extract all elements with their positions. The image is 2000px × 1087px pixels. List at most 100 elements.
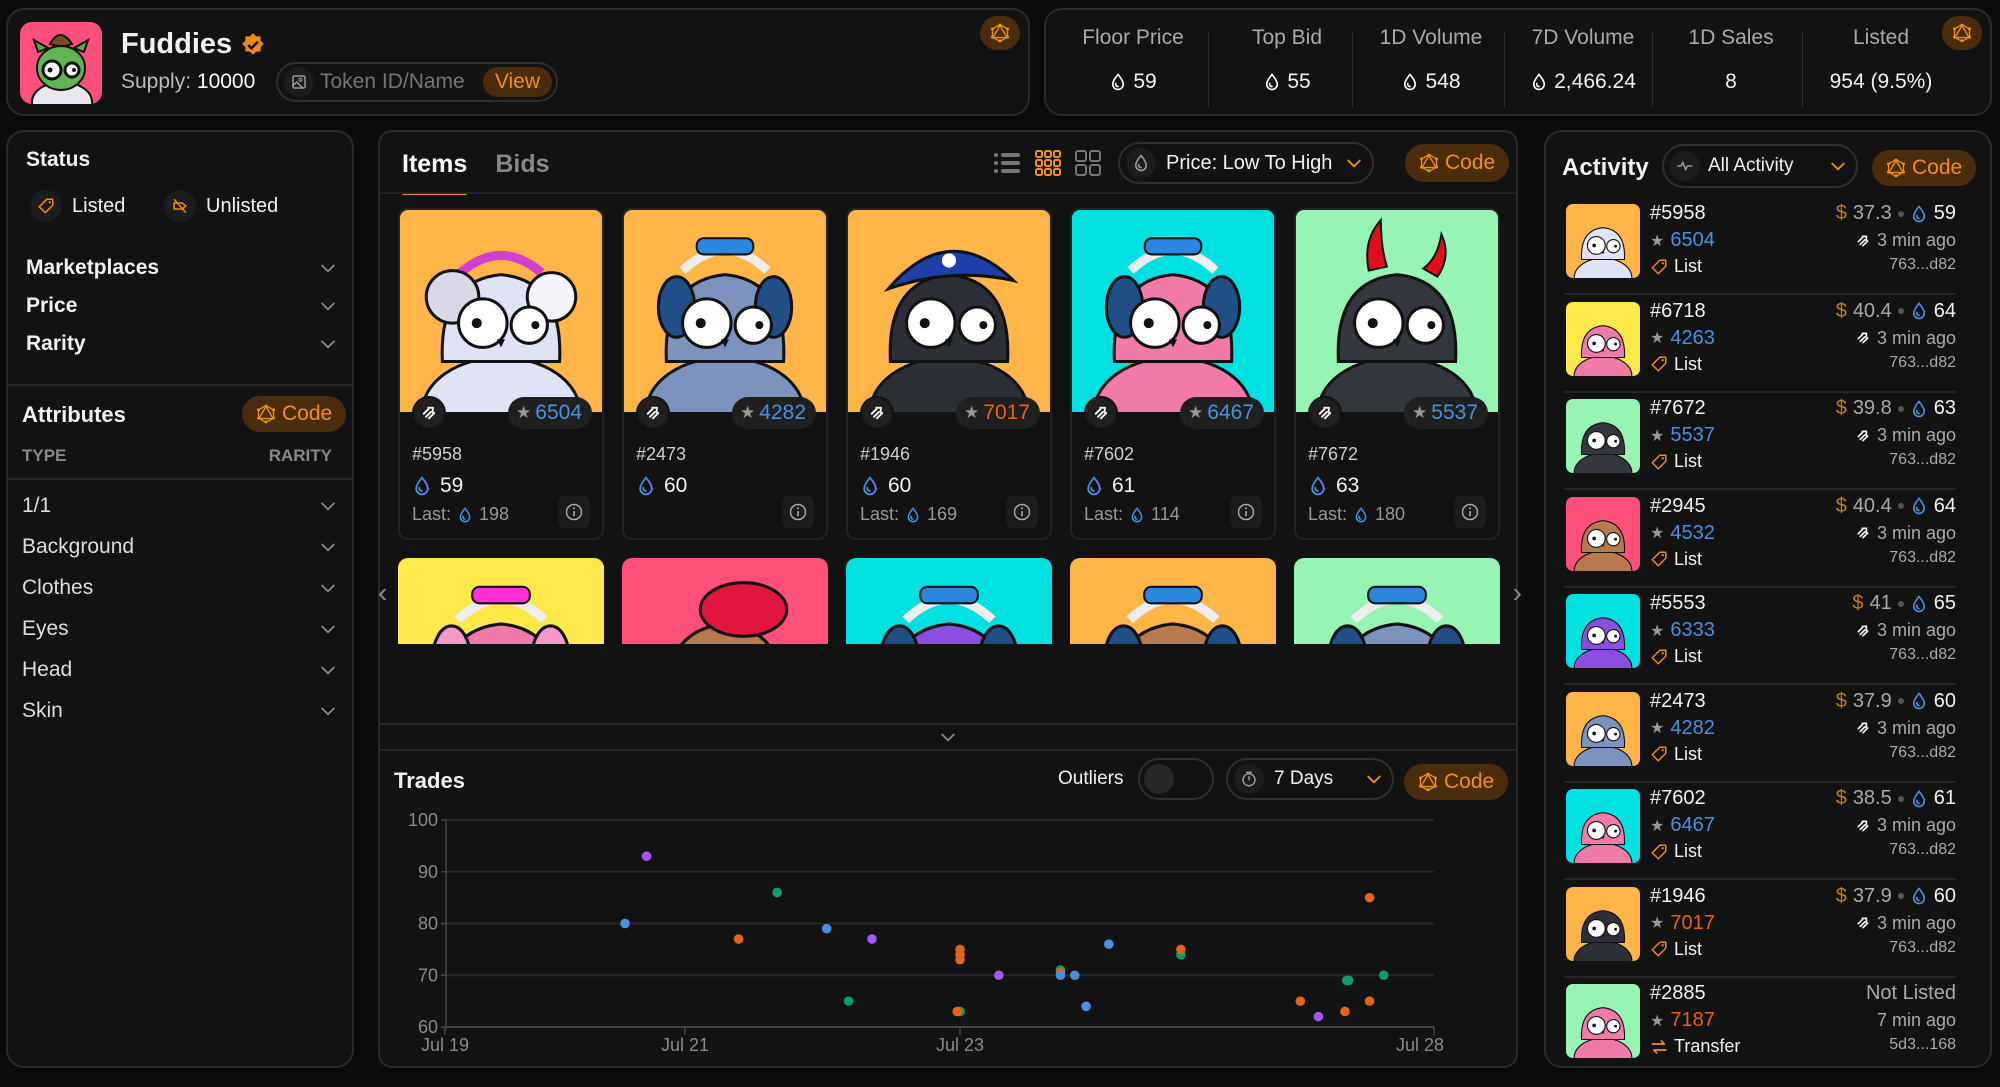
y-tick-label: 60	[418, 1017, 438, 1037]
filter-marketplaces[interactable]: Marketplaces	[26, 256, 338, 280]
activity-row[interactable]: #5553 ★ 6333 List $41 65 3 min ago 763...d…	[1564, 588, 1956, 685]
time-range-dropdown[interactable]: 7 Days	[1226, 758, 1394, 800]
separator-dot	[1897, 405, 1904, 412]
type-label: Transfer	[1674, 1036, 1741, 1056]
star-icon: ★	[740, 403, 756, 422]
trade-point	[952, 1006, 963, 1017]
item-card[interactable]: ★ 6467 #7602 61 Last: 114	[1070, 208, 1276, 540]
time-text: 3 min ago	[1876, 327, 1956, 348]
info-button[interactable]	[1230, 496, 1262, 528]
info-icon	[788, 502, 808, 522]
item-card[interactable]	[846, 558, 1052, 644]
activity-row[interactable]: #6718 ★ 4263 List $40.4 64 3 min ago 763..…	[1564, 296, 1956, 393]
wallet-address[interactable]: 763...d82	[1889, 256, 1956, 274]
filter-price[interactable]: Price	[26, 294, 338, 318]
token-search[interactable]: View	[276, 62, 558, 102]
activity-code-button[interactable]: Code	[1872, 150, 1977, 186]
usd-value: 40.4	[1852, 494, 1892, 517]
attribute-background[interactable]: Background	[22, 535, 338, 559]
grid-large-view-icon[interactable]	[1074, 148, 1102, 178]
wallet-address[interactable]: 763...d82	[1889, 451, 1956, 469]
column-rarity[interactable]: RARITY	[269, 446, 332, 466]
collapse-right-button[interactable]: ›	[1513, 577, 1522, 609]
status-listed[interactable]: Listed	[30, 190, 125, 222]
grid-small-view-icon[interactable]	[1034, 148, 1062, 178]
activity-row[interactable]: #2885 ★ 7187 Transfer Not Listed 7 min ag…	[1564, 978, 1956, 1075]
activity-row[interactable]: #2473 ★ 4282 List $37.9 60 3 min ago 763..…	[1564, 686, 1956, 783]
wallet-address[interactable]: 763...d82	[1889, 939, 1956, 957]
rarity-rank-badge: ★ 7017	[956, 397, 1040, 429]
item-image	[848, 210, 1050, 412]
sort-label: Price: Low To High	[1166, 151, 1333, 174]
attribute-label: Clothes	[22, 576, 94, 599]
price-value: 61	[1933, 787, 1956, 809]
stats-graphql-button[interactable]	[1942, 16, 1982, 50]
outliers-toggle[interactable]	[1138, 758, 1214, 800]
item-card[interactable]	[622, 558, 828, 644]
stat-value: 59	[1133, 70, 1157, 93]
tab-items[interactable]: Items	[402, 150, 468, 195]
info-button[interactable]	[1006, 496, 1038, 528]
status-unlisted[interactable]: Unlisted	[164, 190, 278, 222]
wallet-address[interactable]: 763...d82	[1889, 549, 1956, 567]
wallet-address[interactable]: 5d3...168	[1889, 1036, 1956, 1054]
tab-bids[interactable]: Bids	[495, 150, 549, 179]
activity-row[interactable]: #1946 ★ 7017 List $37.9 60 3 min ago 763..…	[1564, 881, 1956, 978]
item-card[interactable]: ★ 6504 #5958 59 Last: 198	[398, 208, 604, 540]
item-card[interactable]: ★ 4282 #2473 60	[622, 208, 828, 540]
item-card[interactable]: ★ 5537 #7672 63 Last: 180	[1294, 208, 1500, 540]
activity-time: 3 min ago	[1855, 620, 1956, 641]
info-button[interactable]	[782, 496, 814, 528]
filter-rarity[interactable]: Rarity	[26, 332, 338, 356]
collection-logo	[20, 22, 102, 104]
view-button[interactable]: View	[482, 67, 552, 97]
attributes-code-button[interactable]: Code	[242, 396, 347, 432]
activity-row[interactable]: #2945 ★ 4532 List $40.4 64 3 min ago 763..…	[1564, 491, 1956, 588]
list-view-icon[interactable]	[992, 148, 1022, 178]
info-button[interactable]	[1454, 496, 1486, 528]
last-sale: Last: 114	[1084, 504, 1180, 525]
activity-filter-dropdown[interactable]: All Activity	[1662, 144, 1858, 188]
attribute-eyes[interactable]: Eyes	[22, 617, 338, 641]
activity-price: $40.4 64	[1836, 300, 1956, 323]
items-grid: ★ 6504 #5958 59 Last: 198 ★ 4282 #2473 60 ★…	[398, 208, 1502, 644]
activity-token-id: #2945	[1650, 494, 1706, 517]
view-mode-toggle	[992, 148, 1102, 178]
y-tick-label: 100	[408, 810, 438, 830]
trades-code-button[interactable]: Code	[1404, 764, 1509, 800]
activity-rank: ★ 6467	[1650, 814, 1715, 837]
expand-grid-button[interactable]	[380, 723, 1516, 751]
star-icon: ★	[1650, 1012, 1665, 1030]
activity-thumbnail	[1566, 594, 1640, 668]
wallet-address[interactable]: 763...d82	[1889, 841, 1956, 859]
stat-listed: Listed 954 (9.5%)	[1806, 26, 1956, 94]
star-icon: ★	[1650, 525, 1665, 542]
sort-dropdown[interactable]: Price: Low To High	[1118, 142, 1374, 184]
last-label: Last:	[412, 504, 452, 524]
activity-row[interactable]: #7672 ★ 5537 List $39.8 63 3 min ago 763..…	[1564, 393, 1956, 490]
graphql-button[interactable]	[980, 16, 1020, 50]
attribute-head[interactable]: Head	[22, 658, 338, 682]
activity-price: $39.8 63	[1836, 397, 1956, 420]
wallet-address[interactable]: 763...d82	[1889, 744, 1956, 762]
activity-row[interactable]: #7602 ★ 6467 List $38.5 61 3 min ago 763..…	[1564, 783, 1956, 880]
marketplace-icon	[1855, 915, 1871, 931]
attribute-skin[interactable]: Skin	[22, 699, 338, 723]
item-card[interactable]: ★ 7017 #1946 60 Last: 169	[846, 208, 1052, 540]
attribute-1-1[interactable]: 1/1	[22, 494, 338, 518]
attribute-clothes[interactable]: Clothes	[22, 576, 338, 600]
items-code-button[interactable]: Code	[1405, 144, 1510, 182]
activity-row[interactable]: #5958 ★ 6504 List $37.3 59 3 min ago 763..…	[1564, 198, 1956, 295]
collapse-left-button[interactable]: ‹	[378, 577, 387, 609]
trade-point	[843, 996, 854, 1006]
item-card[interactable]	[398, 558, 604, 644]
sui-drop-icon	[1910, 302, 1928, 320]
transfer-icon	[1650, 1038, 1668, 1056]
wallet-address[interactable]: 763...d82	[1889, 646, 1956, 664]
item-card[interactable]	[1070, 558, 1276, 644]
item-card[interactable]	[1294, 558, 1500, 644]
wallet-address[interactable]: 763...d82	[1889, 354, 1956, 372]
info-button[interactable]	[558, 496, 590, 528]
stat-value: 55	[1287, 70, 1311, 93]
token-search-input[interactable]	[320, 70, 480, 94]
